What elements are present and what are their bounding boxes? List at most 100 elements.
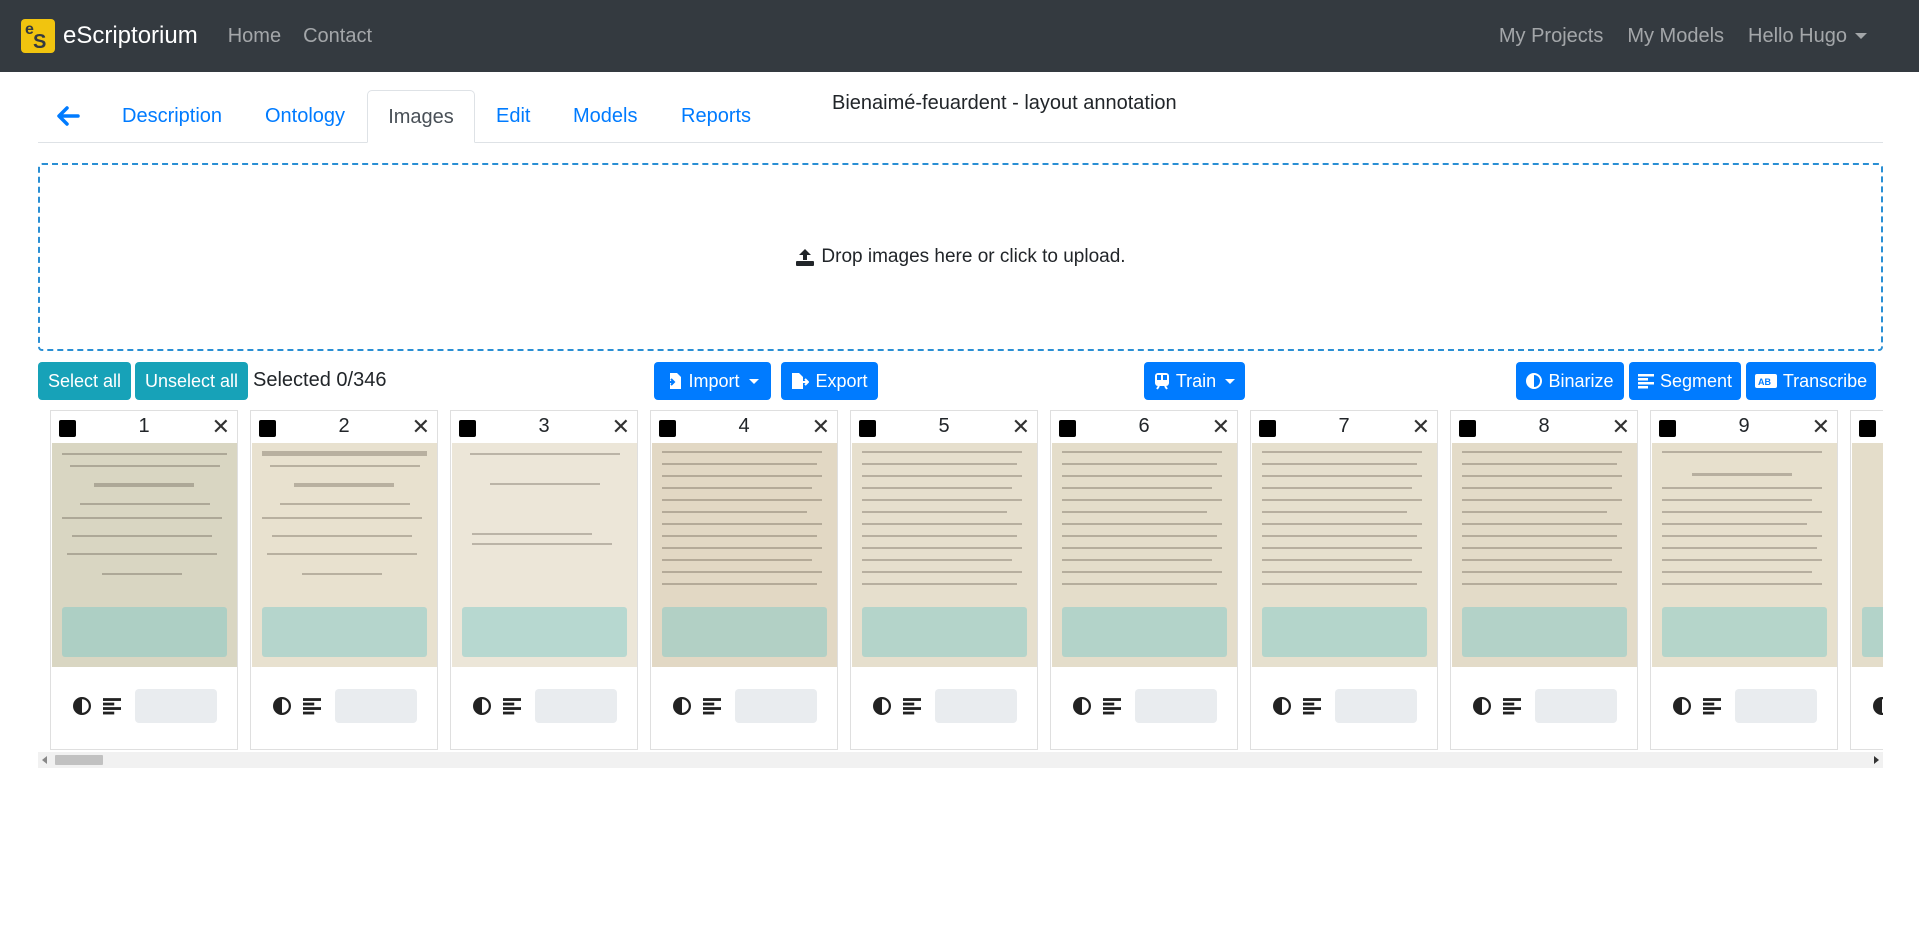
page-thumbnail[interactable] — [52, 443, 237, 667]
back-arrow-icon[interactable] — [54, 102, 82, 130]
user-menu-label: Hello Hugo — [1748, 24, 1847, 47]
page-thumbnail[interactable] — [1052, 443, 1237, 667]
tab-edit[interactable]: Edit — [496, 90, 530, 143]
image-card[interactable]: 4 ✕ — [650, 410, 838, 750]
page-thumbnail[interactable] — [1452, 443, 1637, 667]
align-left-icon[interactable] — [303, 697, 321, 715]
brand-name: eScriptorium — [63, 22, 198, 49]
transcribe-button[interactable]: AB Transcribe — [1746, 362, 1876, 400]
align-left-icon[interactable] — [1103, 697, 1121, 715]
import-label: Import — [688, 370, 740, 391]
align-left-icon[interactable] — [1303, 697, 1321, 715]
align-left-icon[interactable] — [703, 697, 721, 715]
align-left-icon[interactable] — [903, 697, 921, 715]
image-card[interactable]: 7 ✕ — [1250, 410, 1438, 750]
train-dropdown-button[interactable]: Train — [1144, 362, 1245, 400]
align-left-icon[interactable] — [1703, 697, 1721, 715]
adjust-icon[interactable] — [273, 697, 291, 715]
align-left-icon[interactable] — [503, 697, 521, 715]
adjust-icon[interactable] — [1673, 697, 1691, 715]
transcribe-label: Transcribe — [1782, 370, 1868, 391]
align-left-icon[interactable] — [103, 697, 121, 715]
upload-icon — [796, 249, 815, 266]
user-menu-dropdown[interactable]: Hello Hugo — [1748, 25, 1867, 48]
dropzone-text: Drop images here or click to upload. — [821, 246, 1126, 267]
close-icon[interactable]: ✕ — [812, 414, 830, 440]
train-icon — [1154, 373, 1169, 390]
card-strip-scrollbar[interactable] — [38, 752, 1883, 768]
adjust-icon — [1526, 373, 1543, 389]
export-button[interactable]: Export — [781, 362, 878, 400]
close-icon[interactable]: ✕ — [1812, 414, 1830, 440]
image-card[interactable]: 3 ✕ — [450, 410, 638, 750]
nav-home-link[interactable]: Home — [228, 25, 281, 48]
page-thumbnail[interactable] — [652, 443, 837, 667]
transcription-status-field — [1135, 689, 1217, 723]
adjust-icon[interactable] — [673, 697, 691, 715]
tab-description[interactable]: Description — [122, 90, 222, 143]
page-thumbnail[interactable] — [252, 443, 437, 667]
page-thumbnail[interactable] — [1652, 443, 1837, 667]
adjust-icon[interactable] — [1073, 697, 1091, 715]
import-dropdown-button[interactable]: Import — [654, 362, 771, 400]
scrollbar-thumb[interactable] — [55, 755, 103, 765]
close-icon[interactable]: ✕ — [1612, 414, 1630, 440]
nav-my-models-link[interactable]: My Models — [1627, 25, 1724, 48]
image-card[interactable] — [1850, 410, 1883, 750]
train-label: Train — [1175, 370, 1217, 391]
card-number: 2 — [338, 415, 350, 437]
adjust-icon[interactable] — [1873, 697, 1883, 715]
page-thumbnail[interactable] — [452, 443, 637, 667]
align-left-icon[interactable] — [1503, 697, 1521, 715]
transcription-status-field — [1535, 689, 1617, 723]
binarize-label: Binarize — [1548, 370, 1614, 391]
card-number: 6 — [1138, 415, 1150, 437]
chevron-down-icon — [748, 378, 759, 384]
image-card-strip: 1 ✕ 2 ✕ 3 ✕ 4 ✕ 5 ✕ 6 ✕ 7 ✕ 8 ✕ 9 ✕ — [38, 410, 1883, 750]
page-thumbnail[interactable] — [852, 443, 1037, 667]
card-number: 7 — [1338, 415, 1350, 437]
transcription-status-field — [1735, 689, 1817, 723]
adjust-icon[interactable] — [473, 697, 491, 715]
card-number: 4 — [738, 415, 750, 437]
image-card[interactable]: 9 ✕ — [1650, 410, 1838, 750]
transcription-status-field — [935, 689, 1017, 723]
image-card[interactable]: 6 ✕ — [1050, 410, 1238, 750]
export-label: Export — [815, 370, 868, 391]
nav-contact-link[interactable]: Contact — [303, 25, 372, 48]
tab-images[interactable]: Images — [367, 90, 475, 143]
nav-my-projects-link[interactable]: My Projects — [1499, 25, 1603, 48]
tab-reports[interactable]: Reports — [681, 90, 751, 143]
image-card[interactable]: 1 ✕ — [50, 410, 238, 750]
close-icon[interactable]: ✕ — [212, 414, 230, 440]
brand-link[interactable]: eS eScriptorium — [21, 19, 198, 53]
segment-label: Segment — [1659, 370, 1733, 391]
tab-ontology[interactable]: Ontology — [265, 90, 345, 143]
page-thumbnail[interactable] — [1852, 443, 1883, 667]
adjust-icon[interactable] — [1273, 697, 1291, 715]
adjust-icon[interactable] — [873, 697, 891, 715]
select-all-button[interactable]: Select all — [38, 362, 131, 400]
scroll-left-arrow[interactable] — [42, 756, 47, 764]
card-number: 9 — [1738, 415, 1750, 437]
close-icon[interactable]: ✕ — [412, 414, 430, 440]
adjust-icon[interactable] — [1473, 697, 1491, 715]
unselect-all-button[interactable]: Unselect all — [135, 362, 248, 400]
transcription-status-field — [735, 689, 817, 723]
select-checkbox[interactable] — [1859, 420, 1876, 437]
adjust-icon[interactable] — [73, 697, 91, 715]
image-card[interactable]: 2 ✕ — [250, 410, 438, 750]
scroll-right-arrow[interactable] — [1874, 756, 1879, 764]
segment-button[interactable]: Segment — [1629, 362, 1741, 400]
tab-models[interactable]: Models — [573, 90, 637, 143]
close-icon[interactable]: ✕ — [1212, 414, 1230, 440]
image-card[interactable]: 8 ✕ — [1450, 410, 1638, 750]
close-icon[interactable]: ✕ — [1412, 414, 1430, 440]
image-upload-dropzone[interactable]: Drop images here or click to upload. — [38, 163, 1883, 351]
binarize-button[interactable]: Binarize — [1516, 362, 1624, 400]
close-icon[interactable]: ✕ — [612, 414, 630, 440]
chevron-down-icon — [1225, 378, 1236, 384]
image-card[interactable]: 5 ✕ — [850, 410, 1038, 750]
close-icon[interactable]: ✕ — [1012, 414, 1030, 440]
page-thumbnail[interactable] — [1252, 443, 1437, 667]
